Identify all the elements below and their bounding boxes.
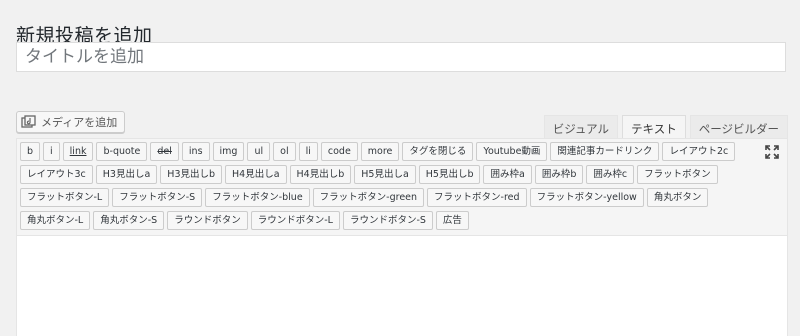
quicktag-button[interactable]: タグを閉じる [402,142,474,161]
quicktags-toolbar: b i link b-quote del ins img ul ol li code more タグを閉… [17,139,750,234]
quicktag-button[interactable]: フラットボタン-yellow [529,188,644,207]
quicktag-button[interactable]: 囲み枠a [483,165,532,184]
quicktag-button[interactable]: link [62,142,94,161]
quicktag-button[interactable]: 角丸ボタン-L [20,211,91,230]
quicktag-button[interactable]: ol [273,142,296,161]
quicktag-button[interactable]: b-quote [96,142,148,161]
quicktag-button[interactable]: H3見出しa [95,165,158,184]
quicktag-button[interactable]: ins [181,142,210,161]
quicktag-button[interactable]: レイアウト3c [20,165,93,184]
quicktag-button[interactable]: li [298,142,318,161]
add-media-label: メディアを追加 [41,116,118,129]
quicktag-button[interactable]: 広告 [435,211,469,230]
quicktag-button[interactable]: ラウンドボタン-L [250,211,340,230]
quicktag-button[interactable]: ラウンドボタン [167,211,248,230]
post-title-input[interactable] [16,42,786,72]
quicktag-button[interactable]: ul [247,142,271,161]
quicktag-button[interactable]: フラットボタン-red [427,188,527,207]
quicktag-button[interactable]: フラットボタン [637,165,718,184]
quicktag-button[interactable]: H5見出しb [418,165,481,184]
quicktag-button[interactable]: more [360,142,400,161]
quicktag-button[interactable]: i [43,142,60,161]
text-editor: b i link b-quote del ins img ul ol li code more タグを閉… [16,138,788,336]
quicktag-button[interactable]: フラットボタン-green [312,188,425,207]
quicktag-button[interactable]: フラットボタン-S [112,188,203,207]
quicktag-button[interactable]: ラウンドボタン-S [342,211,433,230]
quicktag-button[interactable]: レイアウト2c [662,142,736,161]
quicktag-button[interactable]: H3見出しb [160,165,223,184]
content-textarea[interactable] [17,235,787,336]
add-media-button[interactable]: メディアを追加 [16,111,126,133]
quicktag-button[interactable]: code [320,142,358,161]
quicktag-button[interactable]: 囲み枠c [586,165,635,184]
quicktag-button[interactable]: H5見出しa [354,165,416,184]
quicktag-button[interactable]: Youtube動画 [476,142,548,161]
quicktag-button[interactable]: H4見出しb [289,165,352,184]
quicktag-button[interactable]: 囲み枠b [534,165,584,184]
quicktag-button[interactable]: del [150,142,179,161]
quicktag-button[interactable]: 関連記事カードリンク [550,142,660,161]
quicktag-button[interactable]: b [20,142,41,161]
quicktag-button[interactable]: フラットボタン-L [20,188,110,207]
quicktag-button[interactable]: img [212,142,245,161]
quicktag-button[interactable]: 角丸ボタン [646,188,709,207]
fullscreen-expand-icon[interactable] [765,144,779,159]
quicktag-button[interactable]: H4見出しa [225,165,287,184]
quicktag-button[interactable]: フラットボタン-blue [205,188,310,207]
quicktag-button[interactable]: 角丸ボタン-S [93,211,165,230]
media-icon [21,115,37,129]
